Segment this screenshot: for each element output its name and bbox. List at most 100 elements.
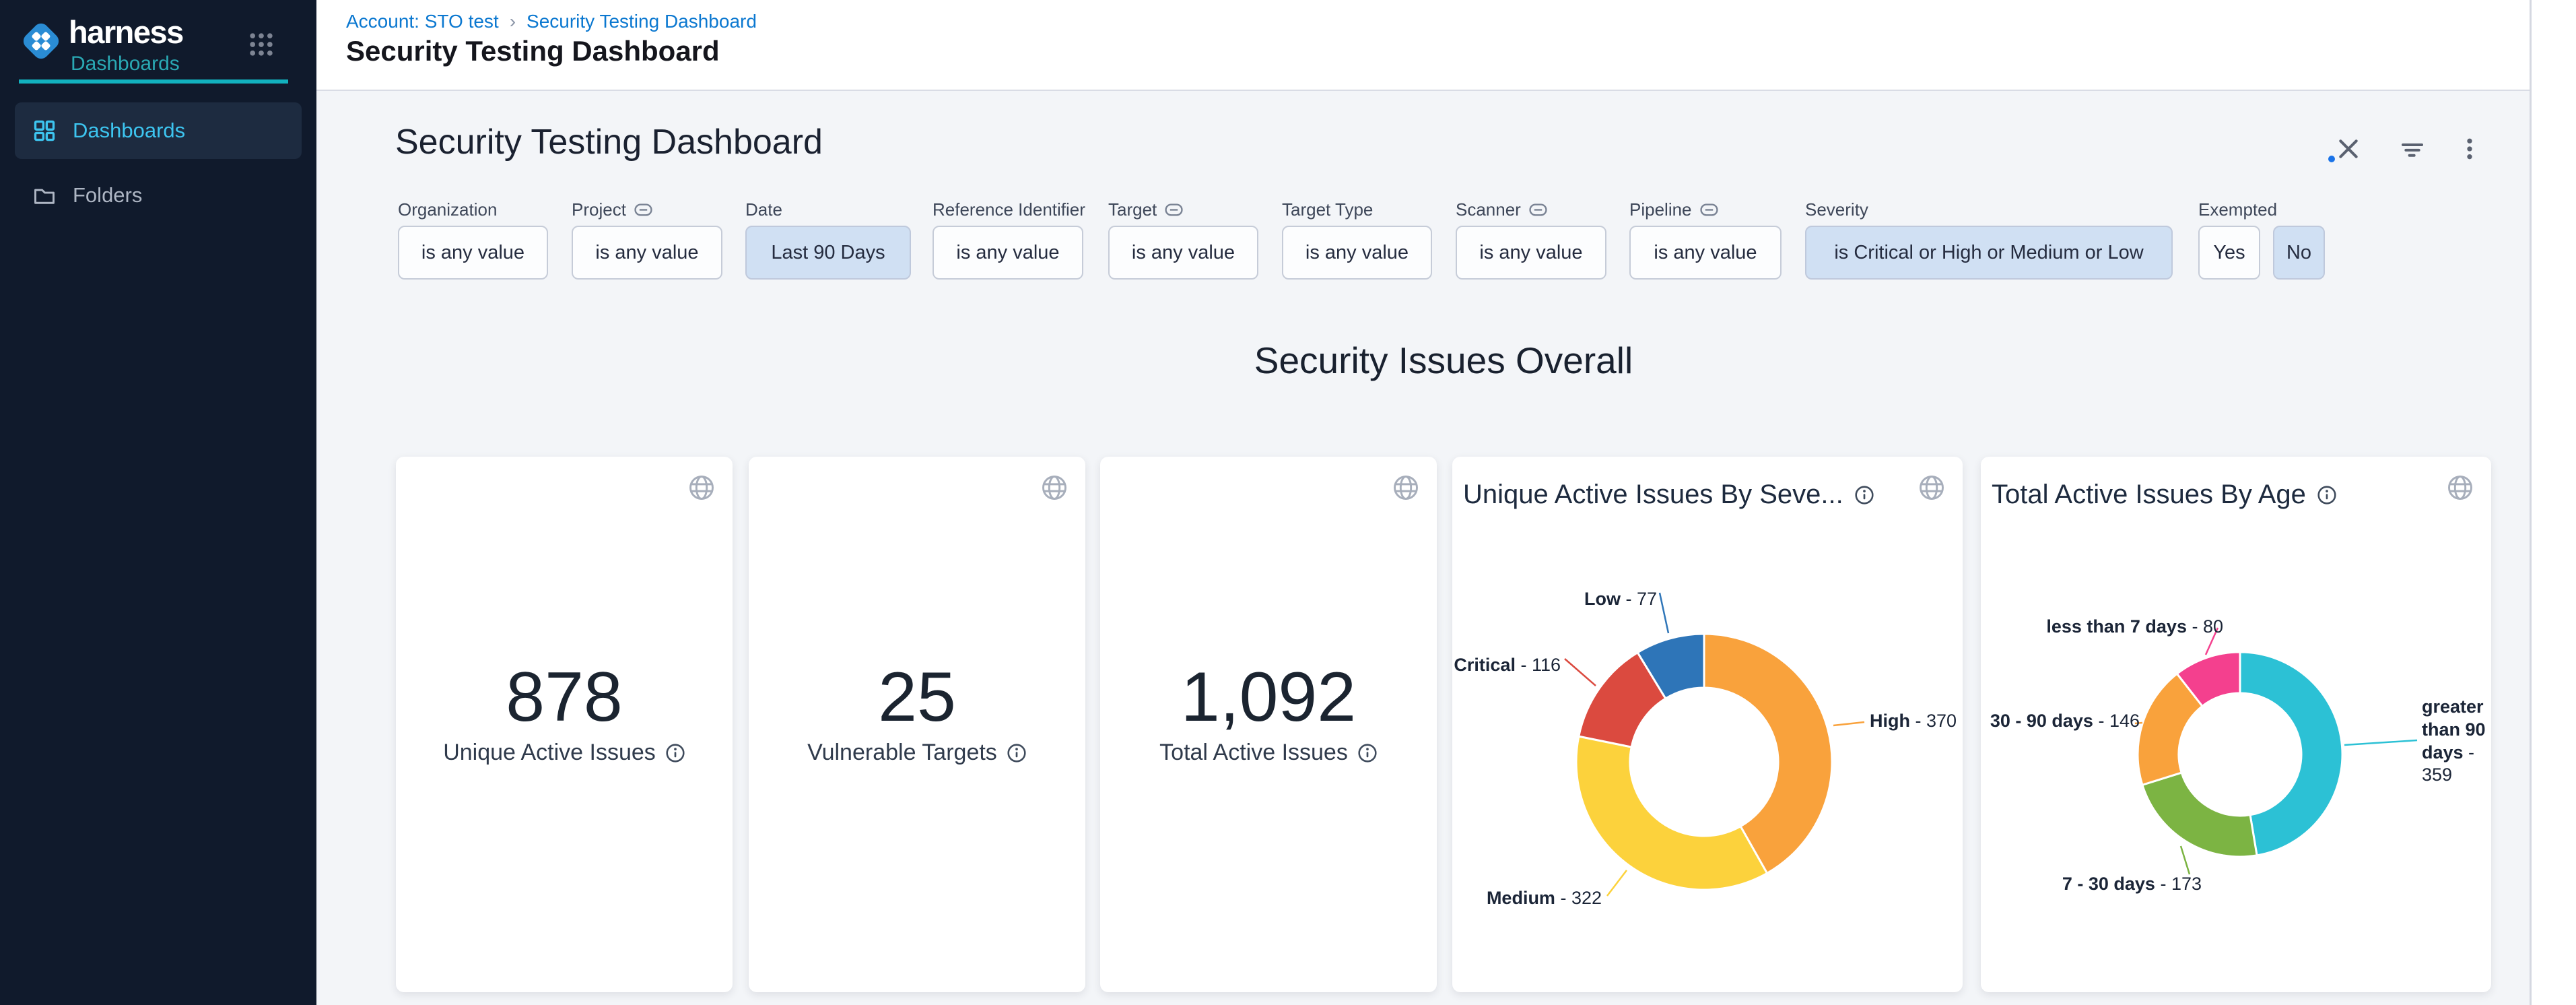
window-right-gutter	[2530, 0, 2576, 1005]
globe-icon[interactable]	[687, 473, 716, 506]
top-header: Account: STO test › Security Testing Das…	[316, 0, 2530, 91]
slice-label-Low: Low - 77	[1584, 588, 1657, 611]
app-grid-icon[interactable]	[246, 30, 276, 63]
stat-card-vulnerable-targets: 25 Vulnerable Targets	[749, 457, 1085, 992]
stat-label: Vulnerable Targets	[807, 740, 997, 766]
filter-value-button[interactable]: is any value	[398, 226, 548, 280]
filter-group-project: Projectis any value	[572, 199, 652, 220]
donut-slice-greater-than-90-days[interactable]	[2240, 652, 2342, 855]
filter-label: Exempted	[2198, 199, 2277, 220]
breadcrumb-page-link[interactable]: Security Testing Dashboard	[527, 11, 757, 32]
link-icon	[1529, 203, 1547, 216]
dashboard-title: Security Testing Dashboard	[395, 122, 823, 162]
cursor-dot	[2328, 156, 2335, 162]
breadcrumb: Account: STO test › Security Testing Das…	[346, 11, 757, 32]
module-active-underline	[19, 79, 288, 84]
label-leader-line	[1833, 722, 1864, 725]
dashboard-panel: Security Testing Dashboard Organizationi…	[316, 91, 2530, 1005]
filter-label: Project	[572, 199, 652, 220]
stat-card-unique-active-issues: 878 Unique Active Issues	[396, 457, 733, 992]
slice-label-30---90-days: 30 - 90 days - 146	[1990, 710, 2140, 733]
link-icon	[634, 203, 652, 216]
filter-group-severity: Severityis Critical or High or Medium or…	[1805, 199, 1868, 220]
chart-card-issues-by-severity: Unique Active Issues By Seve... High - 3…	[1452, 457, 1963, 992]
sidebar-item-dashboards[interactable]: Dashboards	[15, 102, 302, 159]
filter-group-target: Targetis any value	[1108, 199, 1183, 220]
filter-option-no[interactable]: No	[2273, 226, 2325, 280]
info-icon[interactable]	[665, 743, 685, 763]
sidebar-item-label: Dashboards	[73, 119, 185, 143]
filter-value-button[interactable]: is Critical or High or Medium or Low	[1805, 226, 2173, 280]
filter-value-button[interactable]: is any value	[933, 226, 1083, 280]
slice-label-7---30-days: 7 - 30 days - 173	[2062, 873, 2202, 896]
kebab-menu-icon[interactable]	[2456, 135, 2483, 166]
stat-value: 1,092	[1100, 657, 1437, 738]
slice-label-High: High - 370	[1870, 710, 1957, 733]
donut-slice-7---30-days[interactable]	[2142, 773, 2257, 857]
filter-option-yes[interactable]: Yes	[2198, 226, 2260, 280]
filter-label: Date	[745, 199, 782, 220]
filter-label: Organization	[398, 199, 497, 220]
sidebar-item-label: Folders	[73, 183, 142, 207]
stat-label-row: Total Active Issues	[1100, 740, 1437, 766]
label-leader-line	[1565, 659, 1596, 686]
filter-label: Target Type	[1282, 199, 1373, 220]
filter-value-button[interactable]: is any value	[572, 226, 722, 280]
info-icon[interactable]	[1357, 743, 1378, 763]
link-icon	[1700, 203, 1718, 216]
sidebar-item-folders[interactable]: Folders	[15, 167, 302, 224]
chevron-right-icon: ›	[510, 11, 516, 32]
module-name: Dashboards	[71, 53, 180, 75]
slice-label-less-than-7-days: less than 7 days - 80	[2046, 616, 2223, 639]
stat-label-row: Vulnerable Targets	[749, 740, 1085, 766]
folder-icon	[32, 183, 57, 207]
donut-slice-Medium[interactable]	[1576, 736, 1767, 890]
filter-value-button[interactable]: is any value	[1282, 226, 1432, 280]
info-icon[interactable]	[1007, 743, 1027, 763]
stat-value: 25	[749, 657, 1085, 738]
breadcrumb-account-link[interactable]: Account: STO test	[346, 11, 499, 32]
filter-value-button[interactable]: Last 90 Days	[745, 226, 911, 280]
label-leader-line	[1607, 870, 1627, 896]
dashboards-grid-icon	[32, 119, 57, 143]
filter-label: Severity	[1805, 199, 1868, 220]
brand-wordmark: harness	[69, 13, 183, 51]
filter-label: Scanner	[1456, 199, 1547, 220]
sidebar: harness Dashboards Dashboards	[0, 0, 316, 1005]
filter-group-organization: Organizationis any value	[398, 199, 497, 220]
filter-label: Reference Identifier	[933, 199, 1085, 220]
stat-label: Unique Active Issues	[443, 740, 656, 766]
filter-group-target-type: Target Typeis any value	[1282, 199, 1373, 220]
page-title: Security Testing Dashboard	[346, 35, 720, 67]
filter-value-button[interactable]: is any value	[1108, 226, 1258, 280]
filter-group-date: DateLast 90 Days	[745, 199, 782, 220]
link-icon	[1165, 203, 1183, 216]
filter-value-button[interactable]: is any value	[1456, 226, 1606, 280]
chart-card-issues-by-age: Total Active Issues By Age greater than …	[1981, 457, 2491, 992]
filter-icon[interactable]	[2398, 135, 2427, 167]
filter-bar: Organizationis any valueProjectis any va…	[316, 199, 2530, 293]
slice-label-greater-than-90-days: greater than 90 days - 359	[2422, 696, 2486, 787]
section-heading: Security Issues Overall	[396, 339, 2491, 382]
filter-value-button[interactable]: is any value	[1629, 226, 1782, 280]
filter-group-scanner: Scanneris any value	[1456, 199, 1547, 220]
label-leader-line	[2344, 740, 2417, 745]
slice-label-Medium: Medium - 322	[1487, 887, 1602, 910]
filter-label: Pipeline	[1629, 199, 1718, 220]
filter-label: Target	[1108, 199, 1183, 220]
filter-group-exempted: ExemptedYesNo	[2198, 199, 2277, 220]
label-leader-line	[2181, 846, 2190, 874]
stat-value: 878	[396, 657, 733, 738]
label-leader-line	[1660, 593, 1668, 633]
stat-label-row: Unique Active Issues	[396, 740, 733, 766]
harness-logo-icon	[18, 18, 65, 65]
slice-label-Critical: Critical - 116	[1454, 654, 1561, 677]
globe-icon[interactable]	[1391, 473, 1421, 506]
close-icon[interactable]	[2335, 135, 2362, 166]
filter-group-pipeline: Pipelineis any value	[1629, 199, 1718, 220]
stat-card-total-active-issues: 1,092 Total Active Issues	[1100, 457, 1437, 992]
globe-icon[interactable]	[1040, 473, 1069, 506]
sidebar-nav: Dashboards Folders	[0, 102, 316, 232]
stat-label: Total Active Issues	[1159, 740, 1348, 766]
filter-group-reference-identifier: Reference Identifieris any value	[933, 199, 1085, 220]
